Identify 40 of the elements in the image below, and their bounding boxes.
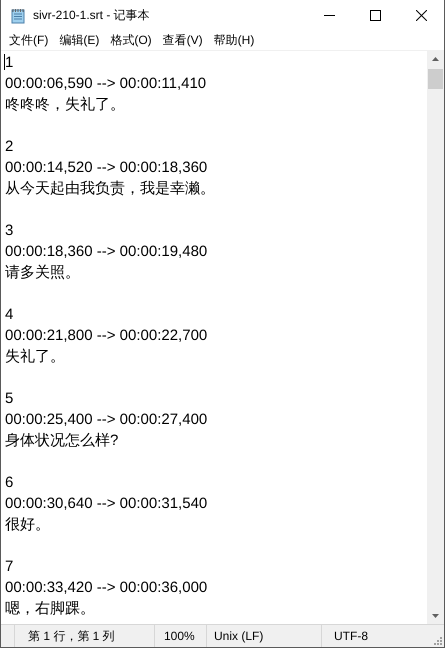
subtitle-text: 失礼了。 bbox=[5, 348, 65, 365]
encoding: UTF-8 bbox=[321, 625, 431, 647]
subtitle-text: 嗯，右脚踝。 bbox=[5, 600, 95, 617]
notepad-icon bbox=[10, 8, 26, 24]
subtitle-timecode: 00:00:06,590 --> 00:00:11,410 bbox=[5, 75, 206, 92]
close-icon bbox=[416, 10, 426, 21]
subtitle-text: 很好。 bbox=[5, 516, 50, 533]
subtitle-text: 请多关照。 bbox=[5, 264, 80, 281]
menu-item[interactable]: 编辑(E) bbox=[54, 32, 106, 49]
subtitle-timecode: 00:00:18,360 --> 00:00:19,480 bbox=[5, 243, 208, 260]
text-cursor bbox=[4, 54, 5, 70]
maximize-icon bbox=[370, 10, 380, 21]
vertical-scrollbar[interactable] bbox=[427, 51, 444, 624]
scrollbar-thumb[interactable] bbox=[428, 69, 443, 89]
scroll-down-icon[interactable] bbox=[432, 614, 439, 618]
subtitle-index: 2 bbox=[5, 138, 14, 155]
subtitle-index: 6 bbox=[5, 474, 14, 491]
subtitle-text: 身体状况怎么样? bbox=[5, 432, 118, 449]
subtitle-timecode: 00:00:33,420 --> 00:00:36,000 bbox=[5, 579, 208, 596]
subtitle-timecode: 00:00:14,520 --> 00:00:18,360 bbox=[5, 159, 208, 176]
subtitle-index: 5 bbox=[5, 390, 14, 407]
cursor-position: 第 1 行，第 1 列 bbox=[14, 625, 154, 647]
subtitle-index: 3 bbox=[5, 222, 14, 239]
menu-item[interactable]: 查看(V) bbox=[158, 32, 209, 49]
resize-grip-icon[interactable] bbox=[433, 636, 442, 644]
subtitle-text: 咚咚咚，失礼了。 bbox=[5, 96, 125, 113]
subtitle-timecode: 00:00:21,800 --> 00:00:22,700 bbox=[5, 327, 208, 344]
menu-item[interactable]: 格式(O) bbox=[105, 32, 158, 49]
window-title: sivr-210-1.srt - 记事本 bbox=[33, 7, 150, 24]
zoom-level: 100% bbox=[154, 625, 206, 647]
subtitle-timecode: 00:00:30,640 --> 00:00:31,540 bbox=[5, 495, 208, 512]
scroll-up-icon[interactable] bbox=[432, 57, 439, 61]
line-ending: Unix (LF) bbox=[206, 625, 321, 647]
menu-item[interactable]: 帮助(H) bbox=[208, 32, 260, 49]
menu-item[interactable]: 文件(F) bbox=[4, 32, 54, 49]
subtitle-timecode: 00:00:25,400 --> 00:00:27,400 bbox=[5, 411, 208, 428]
subtitle-index: 1 bbox=[5, 54, 14, 71]
subtitle-index: 7 bbox=[5, 558, 14, 575]
subtitle-text: 从今天起由我负责，我是幸濑。 bbox=[5, 180, 215, 197]
subtitle-index: 4 bbox=[5, 306, 14, 323]
